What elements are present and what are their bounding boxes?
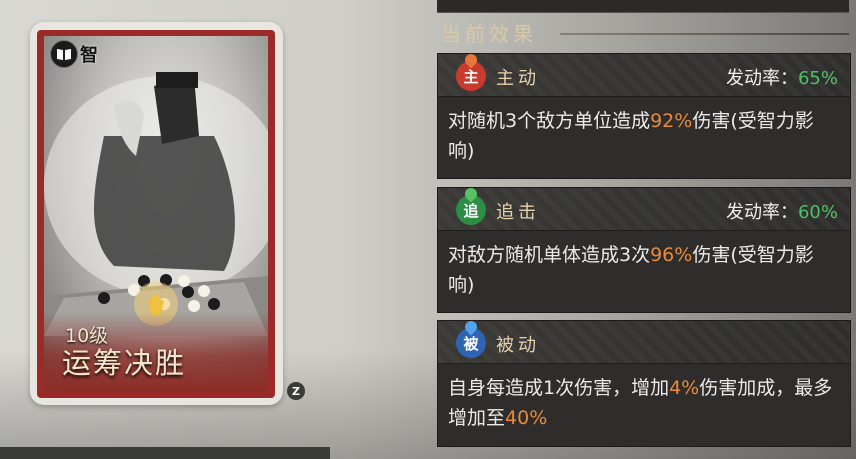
effect-description: 对敌方随机单体造成3次96%伤害(受智力影响) — [438, 231, 850, 308]
passive-type-icon: 被 — [456, 328, 486, 358]
desc-highlight: 92% — [650, 110, 693, 132]
trigger-rate-label: 发动率： — [725, 68, 798, 89]
effect-chase-box: 追 追击 发动率：60% 对敌方随机单体造成3次96%伤害(受智力影响) — [437, 187, 851, 313]
section-title: 当前效果 — [441, 22, 537, 46]
trigger-rate-label: 发动率： — [725, 202, 798, 223]
desc-highlight: 40% — [505, 407, 548, 429]
desc-highlight: 96% — [650, 244, 693, 266]
effect-description: 自身每造成1次伤害，增加4%伤害加成，最多增加至40% — [438, 364, 850, 441]
trigger-rate-value: 60% — [797, 202, 838, 223]
effect-passive-box: 被 被动 自身每造成1次伤害，增加4%伤害加成，最多增加至40% — [437, 320, 851, 447]
panel-top-bar — [437, 0, 849, 13]
attribute-label: 智 — [80, 45, 98, 66]
trigger-rate: 发动率：65% — [726, 64, 838, 90]
effect-header: 主 主动 发动率：65% — [438, 54, 850, 97]
effect-description: 对随机3个敌方单位造成92%伤害(受智力影响) — [438, 97, 850, 174]
trigger-rate-value: 65% — [797, 68, 838, 89]
effect-type-label: 主动 — [496, 68, 540, 89]
attribute-tag: 智 — [50, 40, 98, 68]
chase-type-icon: 追 — [456, 195, 486, 225]
skill-name: 运筹决胜 — [62, 346, 187, 380]
effect-type-label: 追击 — [496, 202, 540, 223]
skill-card[interactable]: 智 10级 运筹决胜 — [44, 36, 268, 392]
trigger-rate: 发动率：60% — [726, 198, 838, 224]
hotkey-badge: Z — [287, 382, 305, 400]
desc-text: 自身每造成1次伤害，增加 — [448, 377, 670, 399]
active-type-icon: 主 — [456, 61, 486, 91]
bottom-bar — [0, 447, 330, 459]
desc-text: 对敌方随机单体造成3次 — [448, 244, 651, 266]
book-icon — [50, 40, 78, 68]
effect-header: 被 被动 — [438, 321, 850, 364]
desc-text: 对随机3个敌方单位造成 — [448, 110, 651, 132]
effect-active-box: 主 主动 发动率：65% 对随机3个敌方单位造成92%伤害(受智力影响) — [437, 53, 851, 179]
effect-header: 追 追击 发动率：60% — [438, 188, 850, 231]
effect-type-label: 被动 — [496, 335, 540, 356]
desc-highlight: 4% — [669, 377, 700, 399]
title-divider — [560, 33, 849, 35]
